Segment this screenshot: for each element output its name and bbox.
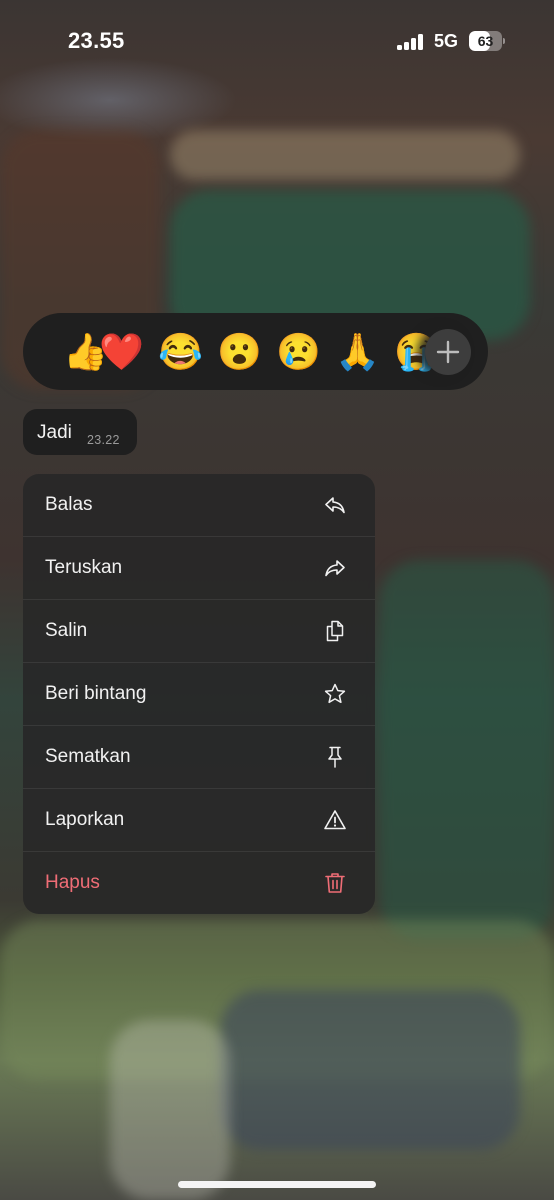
reaction-tears-of-joy[interactable]: 😂 xyxy=(158,330,203,374)
menu-item-label: Salin xyxy=(45,620,88,641)
menu-item-reply[interactable]: Balas xyxy=(23,474,375,537)
menu-item-label: Laporkan xyxy=(45,809,125,830)
star-icon xyxy=(324,683,346,704)
status-time: 23.55 xyxy=(68,28,125,53)
pin-icon xyxy=(328,746,342,768)
menu-item-pin[interactable]: Sematkan xyxy=(23,726,375,789)
more-reactions-button[interactable] xyxy=(425,329,471,375)
plus-icon xyxy=(436,340,460,364)
battery-level: 63 xyxy=(477,33,494,49)
menu-item-label: Sematkan xyxy=(45,746,131,767)
reaction-surprised[interactable]: 😮 xyxy=(217,330,262,374)
menu-item-delete[interactable]: Hapus xyxy=(23,852,375,914)
copy-icon xyxy=(326,620,344,642)
menu-item-label: Beri bintang xyxy=(45,683,147,704)
message-text: Jadi xyxy=(37,422,72,443)
menu-item-copy[interactable]: Salin xyxy=(23,600,375,663)
menu-item-star[interactable]: Beri bintang xyxy=(23,663,375,726)
reaction-crying[interactable]: 😢 xyxy=(276,330,321,374)
menu-item-label: Teruskan xyxy=(45,557,123,578)
warning-icon xyxy=(324,810,346,830)
network-type: 5G xyxy=(434,31,459,51)
message-time: 23.22 xyxy=(87,433,120,447)
home-indicator[interactable] xyxy=(178,1181,376,1188)
menu-item-label: Balas xyxy=(45,494,93,515)
reply-icon xyxy=(325,497,345,514)
battery-icon: 63 xyxy=(469,30,505,52)
menu-item-label: Hapus xyxy=(45,872,100,893)
trash-icon xyxy=(325,873,345,893)
reaction-red-heart[interactable]: ❤️ xyxy=(99,330,144,374)
menu-item-report[interactable]: Laporkan xyxy=(23,789,375,852)
cellular-signal-icon xyxy=(397,34,427,50)
message-context-menu: Balas Teruskan Salin Beri bintang Sematk… xyxy=(23,474,375,914)
menu-item-forward[interactable]: Teruskan xyxy=(23,537,375,600)
status-bar: 23.55 5G 63 xyxy=(0,0,554,86)
reaction-folded-hands[interactable]: 🙏 xyxy=(335,330,380,374)
message-bubble[interactable]: Jadi 23.22 xyxy=(23,409,137,455)
forward-icon xyxy=(325,560,345,577)
reaction-bar: 👍 ❤️ 😂 😮 😢 🙏 😭 xyxy=(23,313,488,390)
